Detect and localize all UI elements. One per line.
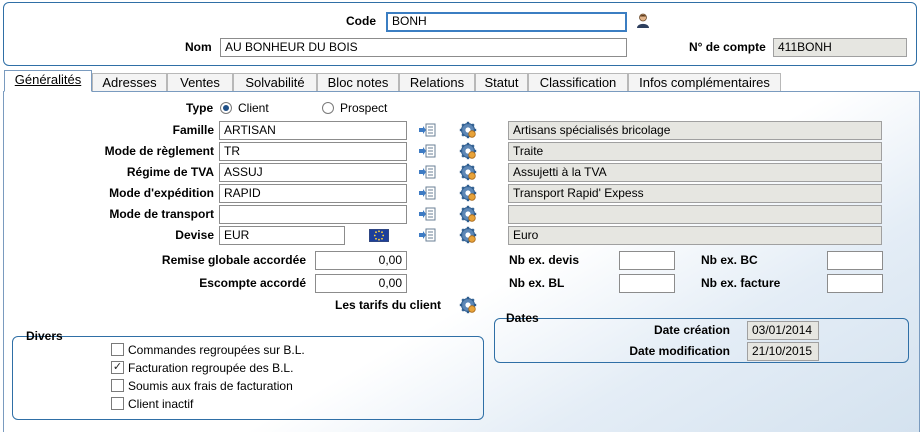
date-modification-value: 21/10/2015 xyxy=(747,342,819,361)
eu-flag-icon xyxy=(368,228,390,243)
reglement-desc: Traite xyxy=(508,142,882,161)
tva-input[interactable]: ASSUJ xyxy=(219,163,407,182)
tab-generalites[interactable]: Généralités xyxy=(4,70,92,92)
nb-facture-label: Nb ex. facture xyxy=(701,276,781,290)
tab-relations[interactable]: Relations xyxy=(399,73,475,92)
gear-icon[interactable] xyxy=(459,142,477,160)
remise-label: Remise globale accordée xyxy=(161,253,306,267)
date-creation-label: Date création xyxy=(653,323,730,337)
gear-icon[interactable] xyxy=(459,163,477,181)
famille-input[interactable]: ARTISAN xyxy=(219,121,407,140)
checkbox-frais-facturation[interactable] xyxy=(111,379,124,392)
gear-icon[interactable] xyxy=(459,296,477,314)
expedition-desc: Transport Rapid' Expess xyxy=(508,184,882,203)
tab-adresses[interactable]: Adresses xyxy=(92,73,167,92)
nb-devis-label: Nb ex. devis xyxy=(509,253,580,267)
transport-desc xyxy=(508,205,882,224)
devise-label: Devise xyxy=(175,228,214,242)
list-arrow-icon[interactable] xyxy=(418,186,436,200)
checkbox-commandes-regroupees-label: Commandes regroupées sur B.L. xyxy=(128,343,305,357)
nb-bc-label: Nb ex. BC xyxy=(701,253,758,267)
type-label: Type xyxy=(186,101,214,115)
tarifs-label: Les tarifs du client xyxy=(335,298,442,312)
compte-value: 411BONH xyxy=(773,38,907,57)
tab-ventes[interactable]: Ventes xyxy=(167,73,233,92)
list-arrow-icon[interactable] xyxy=(418,144,436,158)
expedition-input[interactable]: RAPID xyxy=(219,184,407,203)
person-icon[interactable] xyxy=(636,13,650,29)
list-arrow-icon[interactable] xyxy=(418,123,436,137)
gear-icon[interactable] xyxy=(459,226,477,244)
devise-desc: Euro xyxy=(508,226,882,245)
gear-icon[interactable] xyxy=(459,184,477,202)
tab-solvabilite[interactable]: Solvabilité xyxy=(233,73,317,92)
remise-input[interactable]: 0,00 xyxy=(315,251,407,270)
nom-input[interactable]: AU BONHEUR DU BOIS xyxy=(220,38,627,57)
checkbox-client-inactif-label: Client inactif xyxy=(128,397,194,411)
transport-label: Mode de transport xyxy=(109,207,214,221)
escompte-input[interactable]: 0,00 xyxy=(315,274,407,293)
gear-icon[interactable] xyxy=(459,205,477,223)
nb-devis-input[interactable] xyxy=(619,251,675,270)
list-arrow-icon[interactable] xyxy=(418,207,436,221)
tab-statut[interactable]: Statut xyxy=(475,73,528,92)
reglement-label: Mode de règlement xyxy=(104,144,214,158)
dates-title: Dates xyxy=(506,311,539,325)
checkbox-commandes-regroupees[interactable] xyxy=(111,343,124,356)
code-input[interactable]: BONH xyxy=(386,12,627,32)
code-label: Code xyxy=(346,14,376,28)
checkbox-facturation-regroupee[interactable]: ✓ xyxy=(111,361,124,374)
devise-input[interactable]: EUR xyxy=(219,226,345,245)
list-arrow-icon[interactable] xyxy=(418,165,436,179)
tab-content-generalites: Type Client Prospect Famille ARTISAN Art… xyxy=(3,91,920,432)
gear-icon[interactable] xyxy=(459,121,477,139)
tab-infos-complementaires[interactable]: Infos complémentaires xyxy=(628,73,781,92)
checkbox-client-inactif[interactable] xyxy=(111,397,124,410)
tab-bloc-notes[interactable]: Bloc notes xyxy=(317,73,399,92)
date-modification-label: Date modification xyxy=(629,344,730,358)
transport-input[interactable] xyxy=(219,205,407,224)
nb-bl-input[interactable] xyxy=(619,274,675,293)
famille-label: Famille xyxy=(172,123,214,137)
compte-label: N° de compte xyxy=(689,40,766,54)
tab-classification[interactable]: Classification xyxy=(528,73,628,92)
radio-prospect[interactable] xyxy=(322,102,334,114)
nom-label: Nom xyxy=(185,40,212,54)
radio-client-label: Client xyxy=(238,101,269,115)
nb-bl-label: Nb ex. BL xyxy=(509,276,565,290)
radio-prospect-label: Prospect xyxy=(340,101,388,115)
nb-bc-input[interactable] xyxy=(827,251,883,270)
date-creation-value: 03/01/2014 xyxy=(747,321,819,340)
checkbox-facturation-regroupee-label: Facturation regroupée des B.L. xyxy=(128,361,294,375)
famille-desc: Artisans spécialisés bricolage xyxy=(508,121,882,140)
list-arrow-icon[interactable] xyxy=(418,228,436,242)
tva-desc: Assujetti à la TVA xyxy=(508,163,882,182)
tva-label: Régime de TVA xyxy=(126,165,214,179)
expedition-label: Mode d'expédition xyxy=(109,186,214,200)
reglement-input[interactable]: TR xyxy=(219,142,407,161)
divers-title: Divers xyxy=(26,329,63,343)
nb-facture-input[interactable] xyxy=(827,274,883,293)
radio-client[interactable] xyxy=(220,102,232,114)
escompte-label: Escompte accordé xyxy=(199,276,306,290)
checkbox-frais-facturation-label: Soumis aux frais de facturation xyxy=(128,379,293,393)
